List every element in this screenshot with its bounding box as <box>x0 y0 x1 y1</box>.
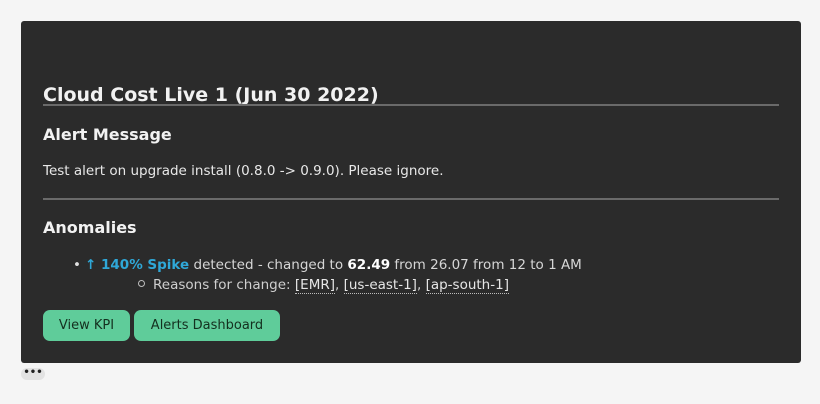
circle-icon <box>138 280 145 287</box>
view-kpi-button[interactable]: View KPI <box>43 310 130 341</box>
reasons-item: Reasons for change: [EMR], [us-east-1], … <box>138 277 509 294</box>
anomalies-heading: Anomalies <box>43 218 137 237</box>
card-title: Cloud Cost Live 1 (Jun 30 2022) <box>43 84 379 106</box>
reason-separator: , <box>416 277 426 293</box>
reason-tag-emr[interactable]: [EMR] <box>294 277 335 294</box>
alert-message-text: Test alert on upgrade install (0.8.0 -> … <box>43 163 444 179</box>
ellipsis-icon[interactable]: ••• <box>21 368 45 380</box>
alerts-dashboard-button[interactable]: Alerts Dashboard <box>134 310 280 341</box>
divider <box>43 104 779 106</box>
alert-card: Cloud Cost Live 1 (Jun 30 2022) Alert Me… <box>21 21 801 363</box>
from-text: from 26.07 from 12 to 1 AM <box>390 257 582 273</box>
anomaly-item: • ↑ 140% Spike detected - changed to 62.… <box>73 257 582 273</box>
detected-text: detected - changed to <box>189 257 348 273</box>
new-value: 62.49 <box>347 257 391 273</box>
reason-tag-us-east-1[interactable]: [us-east-1] <box>343 277 417 294</box>
divider <box>43 198 779 200</box>
bullet-icon: • <box>73 257 81 273</box>
alert-message-heading: Alert Message <box>43 125 172 144</box>
reasons-prefix: Reasons for change: <box>153 277 295 293</box>
reason-tag-ap-south-1[interactable]: [ap-south-1] <box>425 277 509 294</box>
reason-separator: , <box>335 277 344 293</box>
spike-label: ↑ 140% Spike <box>85 257 190 273</box>
